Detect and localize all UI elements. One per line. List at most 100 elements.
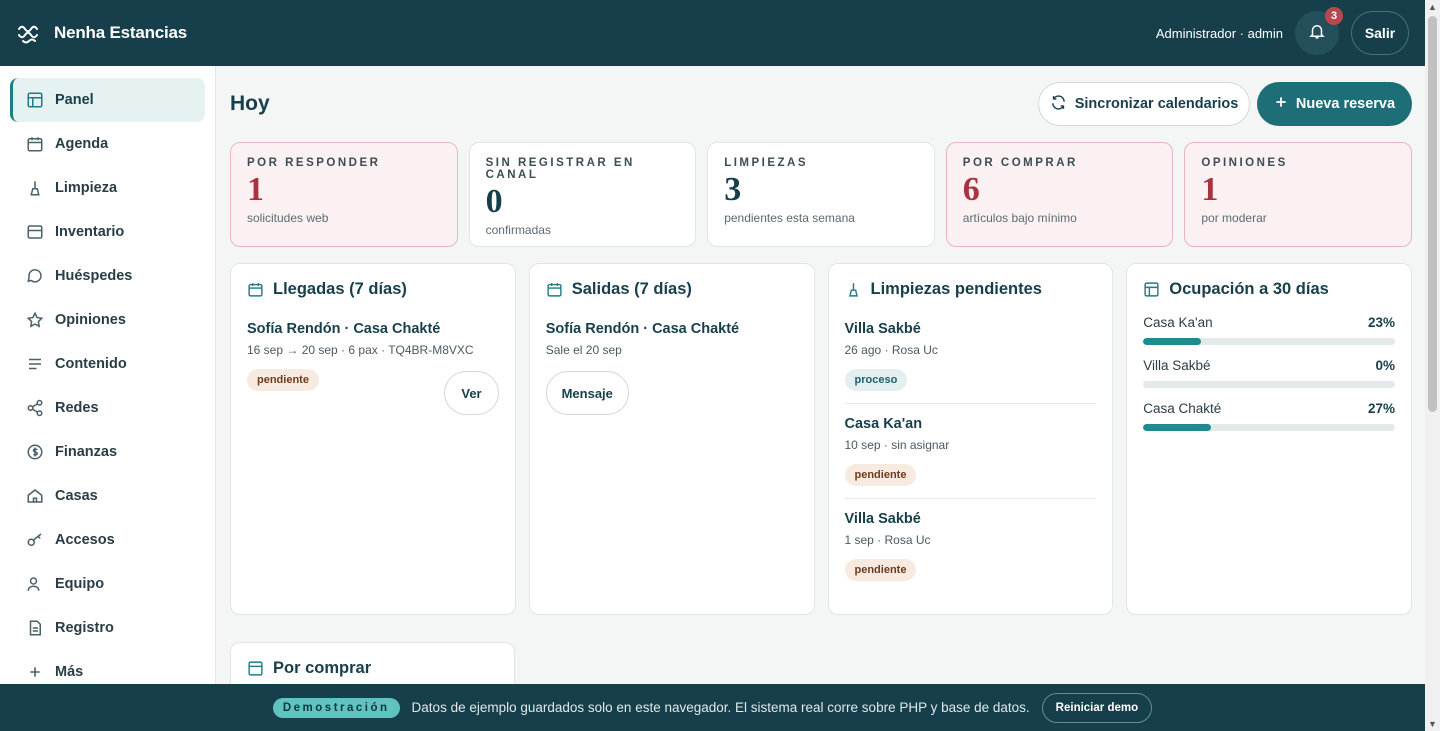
stat-card-por-responder[interactable]: Por responder 1 solicitudes web xyxy=(230,142,458,247)
sync-label: Sincronizar calendarios xyxy=(1074,96,1239,112)
dollar-icon xyxy=(25,442,45,462)
notifications-button[interactable]: 3 xyxy=(1295,7,1343,55)
occupancy-percent: 27% xyxy=(1367,401,1395,416)
house-name: Casa Ka'an xyxy=(1143,315,1213,330)
stat-card-opiniones[interactable]: Opiniones 1 por moderar xyxy=(1184,142,1412,247)
sidebar-item-label: Inventario xyxy=(55,224,125,240)
stat-label: Sin registrar en canal xyxy=(485,157,635,181)
stat-sub: solicitudes web xyxy=(247,211,329,225)
stat-card-sin-registrar[interactable]: Sin registrar en canal 0 confirmadas xyxy=(468,142,697,247)
page-title: Hoy xyxy=(230,92,270,115)
card-title: Limpiezas pendientes xyxy=(870,280,1042,298)
stat-value: 6 xyxy=(962,171,980,208)
calendar-icon xyxy=(25,134,45,154)
message-button[interactable]: Mensaje xyxy=(545,371,629,415)
key-icon xyxy=(25,530,45,550)
calendar-icon xyxy=(247,281,265,299)
demo-banner: Demostración Datos de ejemplo guardados … xyxy=(0,684,1425,731)
card-title: Ocupación a 30 días xyxy=(1169,280,1329,298)
sidebar-item-label: Equipo xyxy=(55,576,105,592)
sidebar-item-label: Finanzas xyxy=(55,444,118,460)
chat-icon xyxy=(25,266,45,286)
cleaning-title: Villa Sakbé xyxy=(844,511,921,527)
arrival-entry-sub: 16 sep → 20 sep · 6 pax · TQ4BR-M8VXC xyxy=(247,343,474,357)
stat-label: Por comprar xyxy=(962,157,1078,169)
sidebar-item-redes[interactable]: Redes xyxy=(10,386,205,430)
scrollbar[interactable]: ▲ ▼ xyxy=(1425,0,1440,731)
stat-card-por-comprar[interactable]: Por comprar 6 artículos bajo mínimo xyxy=(945,142,1174,247)
sidebar-item-label: Agenda xyxy=(55,136,109,152)
occupancy-row: Casa Chakté 27% xyxy=(1143,401,1395,431)
status-badge: proceso xyxy=(844,369,908,391)
sync-calendars-button[interactable]: Sincronizar calendarios xyxy=(1038,82,1250,126)
broom-icon xyxy=(845,281,863,299)
stat-sub: pendientes esta semana xyxy=(724,211,855,225)
cleaning-item[interactable]: Villa Sakbé 26 ago · Rosa Uc proceso xyxy=(844,321,1097,404)
departure-entry-title[interactable]: Sofía Rendón · Casa Chakté xyxy=(546,321,798,337)
cleaning-sub: 10 sep · sin asignar xyxy=(844,438,950,452)
logout-button[interactable]: Salir xyxy=(1351,11,1409,55)
plus-icon xyxy=(25,662,45,682)
box-icon xyxy=(25,222,45,242)
share-icon xyxy=(25,398,45,418)
cleaning-sub: 1 sep · Rosa Uc xyxy=(844,533,931,547)
sidebar-item-finanzas[interactable]: Finanzas xyxy=(10,430,205,474)
cleanings-card: Limpiezas pendientes Villa Sakbé 26 ago … xyxy=(827,263,1114,615)
scroll-down-arrow-icon[interactable]: ▼ xyxy=(1428,719,1437,729)
occupancy-card: Ocupación a 30 días Casa Ka'an 23% Villa … xyxy=(1126,263,1412,615)
sidebar-item-huespedes[interactable]: Huéspedes xyxy=(10,254,205,298)
brand-name[interactable]: Nenha Estancias xyxy=(54,23,187,43)
sidebar: Panel Agenda Limpieza Inventario Huésped… xyxy=(0,66,216,684)
new-reservation-button[interactable]: Nueva reserva xyxy=(1257,82,1412,126)
stat-card-limpiezas[interactable]: Limpiezas 3 pendientes esta semana xyxy=(707,142,935,247)
sidebar-item-label: Contenido xyxy=(55,356,127,372)
sidebar-item-label: Opiniones xyxy=(55,312,126,328)
departures-card: Salidas (7 días) Sofía Rendón · Casa Cha… xyxy=(528,263,815,615)
sidebar-item-accesos[interactable]: Accesos xyxy=(10,518,205,562)
card-title: Llegadas (7 días) xyxy=(273,280,407,298)
sidebar-item-label: Redes xyxy=(55,400,99,416)
sidebar-item-inventario[interactable]: Inventario xyxy=(10,210,205,254)
sidebar-item-registro[interactable]: Registro xyxy=(10,606,205,650)
sidebar-item-label: Limpieza xyxy=(55,180,118,196)
cleaning-item[interactable]: Villa Sakbé 1 sep · Rosa Uc pendiente xyxy=(844,511,1097,593)
stat-sub: por moderar xyxy=(1201,211,1267,225)
grid-icon xyxy=(247,660,265,678)
stat-value: 1 xyxy=(1201,171,1219,208)
sidebar-item-casas[interactable]: Casas xyxy=(10,474,205,518)
occupancy-row: Villa Sakbé 0% xyxy=(1143,358,1395,388)
sidebar-item-label: Accesos xyxy=(55,532,115,548)
scroll-up-arrow-icon[interactable]: ▲ xyxy=(1428,2,1437,12)
stat-sub: artículos bajo mínimo xyxy=(962,211,1077,225)
stat-sub: confirmadas xyxy=(485,223,551,237)
purchases-card: Por comprar xyxy=(230,642,515,684)
main-content: Hoy Sincronizar calendarios Nueva reserv… xyxy=(216,66,1425,684)
stat-label: Por responder xyxy=(247,157,381,169)
demo-text: Datos de ejemplo guardados solo en este … xyxy=(411,700,1030,715)
occupancy-bar-fill xyxy=(1143,338,1202,345)
sidebar-item-panel[interactable]: Panel xyxy=(10,78,205,122)
occupancy-percent: 23% xyxy=(1367,315,1395,330)
arrival-entry-title[interactable]: Sofía Rendón · Casa Chakté xyxy=(247,321,499,337)
sidebar-item-agenda[interactable]: Agenda xyxy=(10,122,205,166)
cleaning-item[interactable]: Casa Ka'an 10 sep · sin asignar pendient… xyxy=(844,416,1097,499)
sidebar-item-limpieza[interactable]: Limpieza xyxy=(10,166,205,210)
refresh-icon xyxy=(1050,94,1067,115)
sidebar-item-opiniones[interactable]: Opiniones xyxy=(10,298,205,342)
users-icon xyxy=(25,574,45,594)
sidebar-item-equipo[interactable]: Equipo xyxy=(10,562,205,606)
notifications-count-badge: 3 xyxy=(1325,7,1343,25)
view-button[interactable]: Ver xyxy=(444,371,499,415)
star-icon xyxy=(25,310,45,330)
waves-logo-icon[interactable] xyxy=(16,20,42,46)
stat-label: Opiniones xyxy=(1201,157,1288,169)
arrivals-card: Llegadas (7 días) Sofía Rendón · Casa Ch… xyxy=(230,263,516,615)
sidebar-item-contenido[interactable]: Contenido xyxy=(10,342,205,386)
occupancy-percent: 0% xyxy=(1375,358,1395,373)
card-title: Por comprar xyxy=(273,659,372,677)
new-reservation-label: Nueva reserva xyxy=(1295,96,1396,112)
scrollbar-thumb[interactable] xyxy=(1428,16,1437,412)
broom-icon xyxy=(25,178,45,198)
sidebar-item-label: Registro xyxy=(55,620,114,636)
reset-demo-button[interactable]: Reiniciar demo xyxy=(1041,692,1153,723)
